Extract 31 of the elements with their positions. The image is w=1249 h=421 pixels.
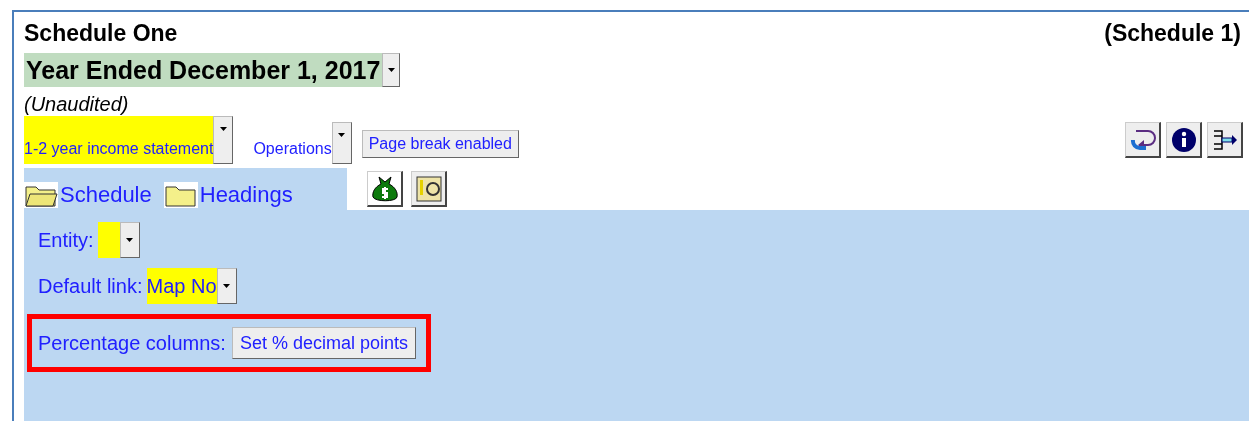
caret-icon: [338, 133, 346, 137]
default-link-label: Default link:: [38, 274, 143, 298]
folder-icon: [163, 182, 198, 208]
decimal-points-button[interactable]: Set % decimal points: [231, 327, 416, 359]
export-button[interactable]: [1207, 122, 1243, 158]
caret-icon: [387, 68, 395, 72]
caret-icon: [126, 238, 134, 242]
folder-tab[interactable]: Schedule: [24, 182, 152, 208]
info-button[interactable]: [1166, 122, 1202, 158]
safe-button[interactable]: [411, 171, 447, 207]
percentage-columns-label: Percentage columns:: [38, 331, 226, 355]
money-bag-icon: [369, 173, 400, 204]
schedule-title: Schedule One: [24, 20, 178, 47]
safe-icon: [413, 173, 444, 204]
unaudited-note: (Unaudited): [24, 93, 130, 116]
section-dropdown[interactable]: Operations: [253, 122, 352, 164]
open-folder-icon: [24, 182, 58, 208]
period-dropdown[interactable]: [382, 53, 401, 87]
circular-arrows-icon: [1129, 127, 1156, 152]
caret-icon: [223, 284, 231, 288]
money-bag-button[interactable]: [367, 171, 403, 207]
page-break-button[interactable]: Page break enabled: [361, 130, 519, 158]
schedule-reference: (Schedule 1): [1104, 20, 1241, 47]
entity-label: Entity:: [38, 228, 94, 252]
info-icon: [1170, 126, 1197, 153]
arrow-into-bracket-icon: [1211, 127, 1238, 152]
folder-tab[interactable]: Headings: [163, 182, 293, 208]
caret-icon: [219, 127, 227, 131]
period-heading: Year Ended December 1, 2017: [24, 53, 383, 87]
refresh-button[interactable]: [1125, 122, 1161, 158]
entity-dropdown[interactable]: [97, 222, 140, 258]
